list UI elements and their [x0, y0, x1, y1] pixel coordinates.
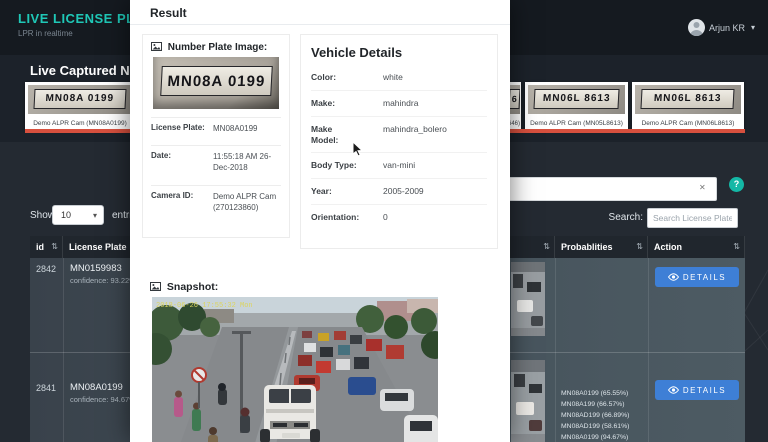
field-row: Date: 11:55:18 AM 26-Dec-2018	[151, 145, 281, 185]
details-button-label: DETAILS	[682, 272, 727, 282]
field-row: Make: mahindra	[311, 91, 487, 117]
sort-icon[interactable]: ⇅	[636, 236, 643, 258]
field-value: 2005-2009	[383, 186, 424, 196]
row-id: 2841	[36, 383, 57, 393]
column-header-label: License Plate	[69, 242, 127, 252]
chevron-down-icon: ▾	[751, 23, 756, 32]
snapshot-timestamp: 2018-06-26 17:55:32 Mon	[156, 302, 253, 310]
field-value: mahindra	[383, 98, 419, 108]
plate-thumbnail[interactable]: MN08A 0199 Demo ALPR Cam (MN08A0199)	[25, 82, 135, 129]
field-row: Color: white	[311, 65, 487, 91]
sort-icon[interactable]: ⇅	[51, 236, 58, 258]
field-row: Body Type: van-mini	[311, 153, 487, 179]
row-snapshot-thumbnail[interactable]	[511, 360, 545, 442]
plate-thumbnail[interactable]: MN06L 8613 Demo ALPR Cam (MN06L8613)	[632, 82, 744, 129]
probability-item: MN08A0199 (65.55%)	[561, 390, 629, 397]
plate-thumbnail-image: MN06L 8613	[635, 85, 741, 114]
number-plate-heading: Number Plate Image:	[151, 42, 267, 53]
field-row: Camera ID: Demo ALPR Cam (270123860)	[151, 185, 281, 225]
details-button-label: DETAILS	[682, 385, 727, 395]
search-label: Search:	[608, 212, 643, 223]
field-label: Date:	[151, 151, 172, 160]
field-value: Demo ALPR Cam (270123860)	[213, 192, 277, 212]
field-label: Year:	[311, 186, 332, 196]
probability-item: MN08A199 (66.57%)	[561, 401, 625, 408]
vehicle-details-heading: Vehicle Details	[311, 45, 403, 60]
field-value: white	[383, 72, 403, 82]
column-header-label: Probablities	[561, 242, 613, 252]
plate-thumbnail[interactable]: MN06L 8613 Demo ALPR Cam (MN05L8613)	[525, 82, 628, 129]
snapshot-heading: Snapshot:	[150, 281, 218, 293]
column-header-id[interactable]: id ⇅	[30, 236, 63, 258]
field-row: Year: 2005-2009	[311, 179, 487, 205]
probability-item: MN08A0199 (94.67%)	[561, 434, 629, 441]
modal-title: Result	[150, 6, 187, 20]
field-label: License Plate:	[151, 123, 205, 132]
user-avatar[interactable]	[688, 19, 705, 36]
row-confidence: confidence: 93.22%	[70, 276, 136, 285]
number-plate-heading-label: Number Plate Image:	[167, 42, 268, 53]
search-input[interactable]	[647, 208, 738, 228]
clear-icon[interactable]: ✕	[699, 183, 706, 192]
field-label: Make:	[311, 98, 336, 108]
snapshot-image: 2018-06-26 17:55:32 Mon	[152, 297, 438, 442]
row-confidence: confidence: 94.67%	[70, 395, 136, 404]
probability-item: MN08AD199 (58.61%)	[561, 423, 630, 430]
plate-thumbnail-image: MN08A 0199	[28, 85, 132, 114]
plate-text: MN08A 0199	[159, 66, 273, 97]
image-icon	[150, 282, 161, 291]
image-icon	[151, 42, 162, 51]
vehicle-details-card: Vehicle Details Color: white Make: mahin…	[300, 34, 498, 249]
divider	[130, 24, 510, 25]
field-value: 11:55:18 AM 26-Dec-2018	[213, 152, 272, 172]
details-button[interactable]: DETAILS	[655, 380, 739, 400]
column-header-label: Action	[654, 242, 682, 252]
sort-icon[interactable]: ⇅	[543, 236, 550, 258]
probabilities-list: MN08A0199 (65.55%) MN08A199 (66.57%) MN0…	[561, 388, 629, 442]
row-license-plate: MN0159983	[70, 263, 122, 274]
eye-icon	[667, 386, 679, 394]
plate-thumbnail-caption: Demo ALPR Cam (MN06L8613)	[641, 120, 735, 127]
result-modal: Result Number Plate Image: MN08A 0199 Li…	[130, 0, 510, 442]
field-label: Camera ID:	[151, 191, 194, 200]
field-label: Body Type:	[311, 160, 357, 170]
field-row: Orientation: 0	[311, 205, 487, 231]
plate-thumbnail-caption: Demo ALPR Cam (MN08A0199)	[33, 120, 127, 127]
column-divider	[648, 258, 649, 442]
field-row: License Plate: MN08A0199	[151, 117, 281, 145]
page-size-value: 10	[61, 210, 72, 220]
mouse-cursor	[352, 141, 364, 157]
column-header-label: id	[36, 242, 44, 252]
column-divider	[555, 258, 556, 442]
field-row: Make Model: mahindra_bolero	[311, 117, 487, 153]
number-plate-image: MN08A 0199	[153, 57, 279, 109]
field-label: Orientation:	[311, 212, 360, 222]
field-value: van-mini	[383, 160, 416, 170]
field-value: 0	[383, 212, 388, 222]
plate-thumbnail-caption: Demo ALPR Cam (MN05L8613)	[530, 120, 623, 127]
page-size-select[interactable]: 10 ▾	[52, 205, 104, 225]
snapshot-heading-label: Snapshot:	[166, 281, 219, 293]
user-menu[interactable]: Arjun KR	[709, 23, 745, 33]
chevron-down-icon: ▾	[92, 211, 97, 220]
column-header-probabilities[interactable]: Probablities ⇅	[555, 236, 648, 258]
field-label: Make Model:	[311, 124, 339, 145]
number-plate-card: Number Plate Image: MN08A 0199 License P…	[142, 34, 290, 238]
field-label: Color:	[311, 72, 337, 82]
page-subtitle: LPR in realtime	[18, 29, 73, 38]
field-value: MN08A0199	[213, 124, 258, 133]
probability-item: MN08AD199 (66.89%)	[561, 412, 630, 419]
column-divider	[63, 258, 64, 442]
details-button[interactable]: DETAILS	[655, 267, 739, 287]
help-icon[interactable]: ?	[729, 177, 744, 192]
row-license-plate: MN08A0199	[70, 382, 123, 393]
plate-thumbnail-image: MN06L 8613	[528, 85, 625, 114]
field-value: mahindra_bolero	[383, 124, 447, 134]
column-header-action[interactable]: Action ⇅	[648, 236, 745, 258]
row-snapshot-thumbnail[interactable]	[511, 262, 545, 336]
eye-icon	[667, 273, 679, 281]
row-id: 2842	[36, 264, 57, 274]
sort-icon[interactable]: ⇅	[733, 236, 740, 258]
